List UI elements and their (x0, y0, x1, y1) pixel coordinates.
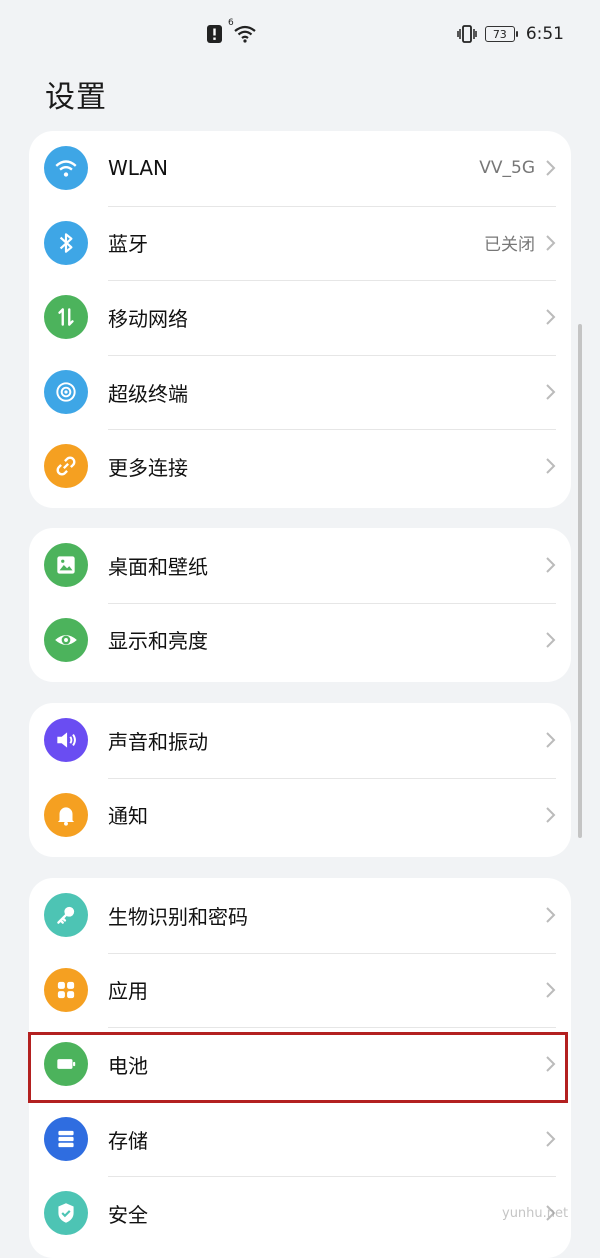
scrollbar[interactable] (578, 324, 582, 838)
chevron-right-icon (546, 458, 556, 475)
icon-bg (44, 967, 88, 1012)
chevron-right-icon (546, 309, 556, 325)
chevron-right-icon (546, 981, 556, 998)
status-bar: 6 73 6:51 (0, 0, 600, 70)
chevron-right-icon (546, 234, 556, 251)
icon-bg (44, 295, 88, 340)
settings-item-sound-vibration[interactable]: 声音和振动 (29, 703, 571, 778)
bell-icon (57, 807, 75, 826)
icon-bg (44, 617, 88, 662)
item-value: VV_5G (479, 158, 535, 179)
bluetooth-icon (59, 232, 73, 253)
item-label: WLAN (108, 156, 169, 181)
icon-bg (44, 792, 88, 837)
settings-item-apps[interactable]: 应用 (29, 952, 571, 1028)
item-label: 通知 (108, 804, 148, 829)
wifi-status: 6 (228, 18, 256, 44)
item-label: 移动网络 (108, 306, 188, 331)
settings-item-wlan[interactable]: WLAN VV_5G (29, 131, 571, 206)
chevron-right-icon (546, 806, 556, 823)
chevron-right-icon (546, 732, 556, 748)
icon-bg (44, 146, 88, 190)
battery-indicator: 73 (484, 26, 518, 42)
battery-level: 73 (484, 26, 515, 42)
notification-alert-icon (207, 25, 222, 43)
settings-item-display-brightness[interactable]: 显示和亮度 (29, 602, 571, 678)
icon-bg (44, 543, 88, 587)
settings-item-notifications[interactable]: 通知 (29, 777, 571, 853)
settings-item-security[interactable]: 安全 (29, 1176, 571, 1251)
battery-highlight-box (28, 1032, 568, 1103)
wifi-icon (55, 160, 77, 177)
shield-icon (58, 1203, 74, 1224)
super-device-icon (56, 382, 76, 402)
watermark: yunhu.net (502, 1206, 569, 1221)
clock: 6:51 (525, 24, 564, 44)
item-label: 桌面和壁纸 (108, 554, 208, 579)
item-label: 更多连接 (108, 456, 188, 481)
status-bar-right: 73 6:51 (457, 24, 564, 44)
item-label: 超级终端 (108, 381, 188, 406)
page-title: 设置 (45, 80, 107, 115)
settings-item-super-device[interactable]: 超级终端 (29, 354, 571, 430)
chevron-right-icon (546, 907, 556, 923)
item-label: 声音和振动 (108, 729, 208, 754)
chevron-right-icon (546, 1131, 556, 1147)
item-label: 显示和亮度 (108, 629, 208, 654)
chevron-right-icon (546, 631, 556, 648)
battery-tip (515, 31, 518, 37)
eye-icon (55, 634, 77, 645)
storage-icon (58, 1130, 74, 1147)
icon-bg (44, 1116, 88, 1161)
settings-card-display: 桌面和壁纸 显示和亮度 (29, 528, 571, 682)
apps-icon (57, 981, 75, 998)
item-label: 安全 (108, 1203, 148, 1228)
icon-bg (44, 444, 88, 489)
link-icon (56, 456, 76, 476)
icon-bg (44, 718, 88, 762)
wallpaper-icon (57, 556, 75, 574)
network-badge: 6 (228, 18, 234, 28)
settings-item-mobile-network[interactable]: 移动网络 (29, 280, 571, 355)
item-label: 蓝牙 (108, 232, 148, 257)
speaker-icon (57, 732, 76, 748)
item-label: 生物识别和密码 (108, 904, 248, 929)
settings-item-bluetooth[interactable]: 蓝牙 已关闭 (29, 205, 571, 281)
icon-bg (44, 1191, 88, 1236)
chevron-right-icon (546, 384, 556, 400)
icon-bg (44, 220, 88, 265)
wifi-icon (234, 25, 256, 43)
settings-item-biometrics-password[interactable]: 生物识别和密码 (29, 878, 571, 953)
status-bar-center: 6 (207, 18, 256, 44)
chevron-right-icon (546, 557, 556, 573)
icon-bg (44, 893, 88, 937)
item-label: 存储 (108, 1128, 148, 1153)
mobile-data-icon (58, 308, 74, 326)
vibrate-icon (457, 25, 477, 43)
chevron-right-icon (546, 160, 556, 176)
settings-card-connectivity: WLAN VV_5G 蓝牙 已关闭 移动网络 超级终端 更多连接 (29, 131, 571, 508)
settings-item-storage[interactable]: 存储 (29, 1101, 571, 1177)
item-value: 已关闭 (484, 235, 535, 256)
icon-bg (44, 369, 88, 414)
item-label: 应用 (108, 979, 148, 1004)
key-icon (57, 906, 75, 924)
settings-item-more-connections[interactable]: 更多连接 (29, 429, 571, 504)
settings-card-sound-notifications: 声音和振动 通知 (29, 703, 571, 857)
settings-item-home-wallpaper[interactable]: 桌面和壁纸 (29, 528, 571, 603)
